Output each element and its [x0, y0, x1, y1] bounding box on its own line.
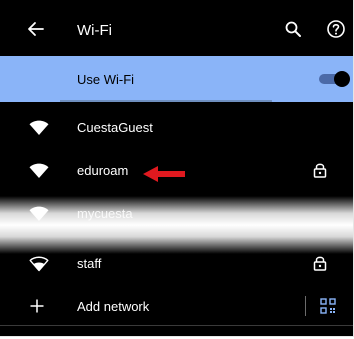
wifi-signal-icon	[29, 120, 49, 135]
help-circle-icon[interactable]	[326, 19, 346, 39]
app-bar: Wi-Fi	[0, 0, 353, 56]
add-network-row[interactable]: Add network	[0, 286, 353, 328]
wifi-signal-icon	[29, 206, 49, 221]
use-wifi-label: Use Wi-Fi	[77, 72, 135, 87]
use-wifi-row[interactable]: Use Wi-Fi	[0, 56, 353, 102]
wifi-toggle-switch[interactable]	[317, 71, 351, 87]
network-name: mycuesta	[77, 206, 133, 221]
search-icon[interactable]	[284, 20, 302, 38]
lock-icon	[313, 163, 327, 178]
qr-code-scanner-icon[interactable]	[320, 298, 336, 314]
row-divider	[60, 100, 272, 102]
network-name: CuestaGuest	[77, 120, 153, 135]
lock-icon	[313, 256, 327, 271]
network-item[interactable]: CuestaGuest	[0, 107, 353, 149]
network-item[interactable]: staff	[0, 243, 353, 285]
bottom-divider	[0, 325, 353, 326]
network-name: eduroam	[77, 163, 129, 178]
wifi-signal-icon	[29, 163, 49, 178]
add-network-label: Add network	[77, 299, 150, 314]
wifi-settings-screen: Wi-Fi Use Wi-Fi CuestaGuest eduroam mycu…	[0, 0, 354, 337]
arrow-left-icon[interactable]	[26, 19, 46, 39]
page-title: Wi-Fi	[77, 22, 112, 39]
switch-thumb	[334, 71, 350, 87]
network-name: staff	[77, 256, 102, 271]
network-item[interactable]: mycuesta	[0, 193, 353, 235]
plus-icon	[30, 299, 44, 313]
vertical-divider	[305, 296, 306, 316]
red-arrow-icon	[143, 166, 185, 182]
wifi-signal-outline-icon	[29, 256, 49, 272]
